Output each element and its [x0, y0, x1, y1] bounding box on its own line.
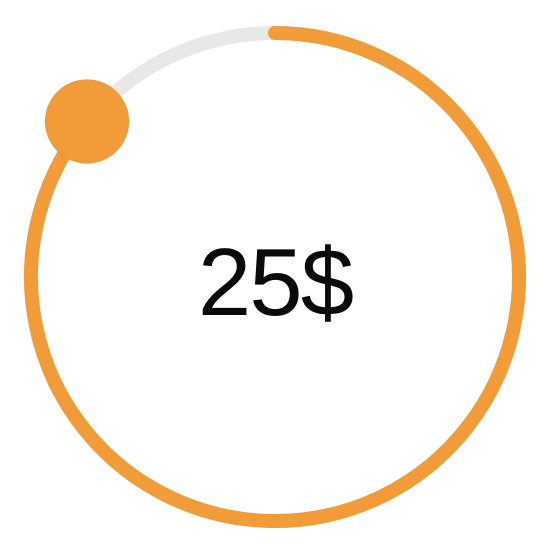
slider-value-label: 25$: [197, 229, 354, 336]
slider-knob-handle[interactable]: [44, 78, 130, 164]
circular-slider[interactable]: 25$: [0, 0, 550, 550]
